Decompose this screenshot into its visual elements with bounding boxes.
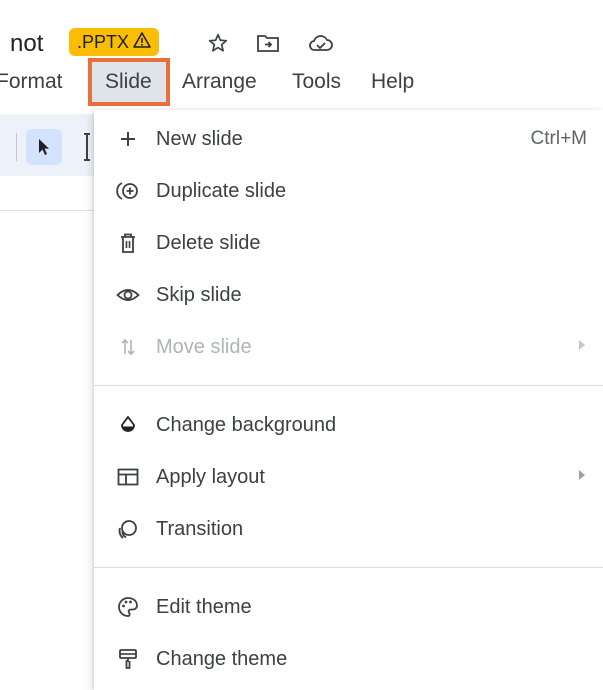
submenu-arrow-icon (579, 470, 585, 480)
menu-item-label: Change background (156, 414, 337, 436)
menu-bar: Format Slide Arrange Tools Help (0, 64, 603, 100)
palette-icon (116, 595, 140, 619)
shortcut-label: Ctrl+M (530, 128, 587, 149)
fill-drop-icon (116, 413, 140, 437)
plus-icon (116, 127, 140, 151)
pptx-badge-label: .PPTX (77, 32, 130, 52)
slide-dropdown-menu: New slide Ctrl+M Duplicate slide Delete … (94, 110, 603, 690)
menu-item-label: Edit theme (156, 596, 252, 618)
paint-roller-icon (116, 647, 140, 671)
menu-item-label: Change theme (156, 648, 288, 670)
menu-separator (94, 567, 603, 568)
panel-divider (0, 210, 100, 211)
duplicate-icon (116, 179, 140, 203)
menu-arrange[interactable]: Arrange (182, 70, 257, 94)
menu-item-label: Move slide (156, 336, 252, 358)
menu-item-label: New slide (156, 128, 243, 150)
menu-item-apply-layout[interactable]: Apply layout (94, 452, 603, 502)
menu-help[interactable]: Help (371, 70, 414, 94)
move-to-folder-icon[interactable] (255, 30, 281, 56)
menu-item-label: Delete slide (156, 232, 261, 254)
menu-item-move-slide: Move slide (94, 322, 603, 372)
menu-item-delete-slide[interactable]: Delete slide (94, 218, 603, 268)
submenu-arrow-icon (579, 340, 585, 350)
toolbar-divider (16, 133, 17, 161)
pptx-badge[interactable]: .PPTX (69, 28, 160, 56)
menu-item-edit-theme[interactable]: Edit theme (94, 582, 603, 632)
warning-icon (133, 28, 151, 56)
menu-format[interactable]: Format (0, 70, 63, 94)
menu-item-new-slide[interactable]: New slide Ctrl+M (94, 114, 603, 164)
text-box-icon[interactable] (82, 132, 92, 167)
menu-item-duplicate-slide[interactable]: Duplicate slide (94, 166, 603, 216)
menu-item-label: Duplicate slide (156, 180, 287, 202)
star-icon[interactable] (205, 30, 231, 56)
menu-slide[interactable]: Slide (105, 70, 152, 94)
menu-item-label: Skip slide (156, 284, 242, 306)
select-cursor-icon[interactable] (26, 129, 62, 165)
menu-tools[interactable]: Tools (292, 70, 341, 94)
menu-item-change-theme[interactable]: Change theme (94, 634, 603, 684)
document-title[interactable]: not (10, 30, 43, 58)
transition-icon (116, 517, 140, 541)
menu-item-transition[interactable]: Transition (94, 504, 603, 554)
menu-item-label: Transition (156, 518, 244, 540)
menu-item-change-background[interactable]: Change background (94, 400, 603, 450)
layout-icon (116, 465, 140, 489)
cloud-status-icon[interactable] (308, 30, 334, 56)
trash-icon (116, 231, 140, 255)
move-arrows-icon (116, 335, 140, 359)
menu-item-skip-slide[interactable]: Skip slide (94, 270, 603, 320)
menu-item-label: Apply layout (156, 466, 265, 488)
eye-icon (116, 283, 140, 307)
menu-separator (94, 385, 603, 386)
